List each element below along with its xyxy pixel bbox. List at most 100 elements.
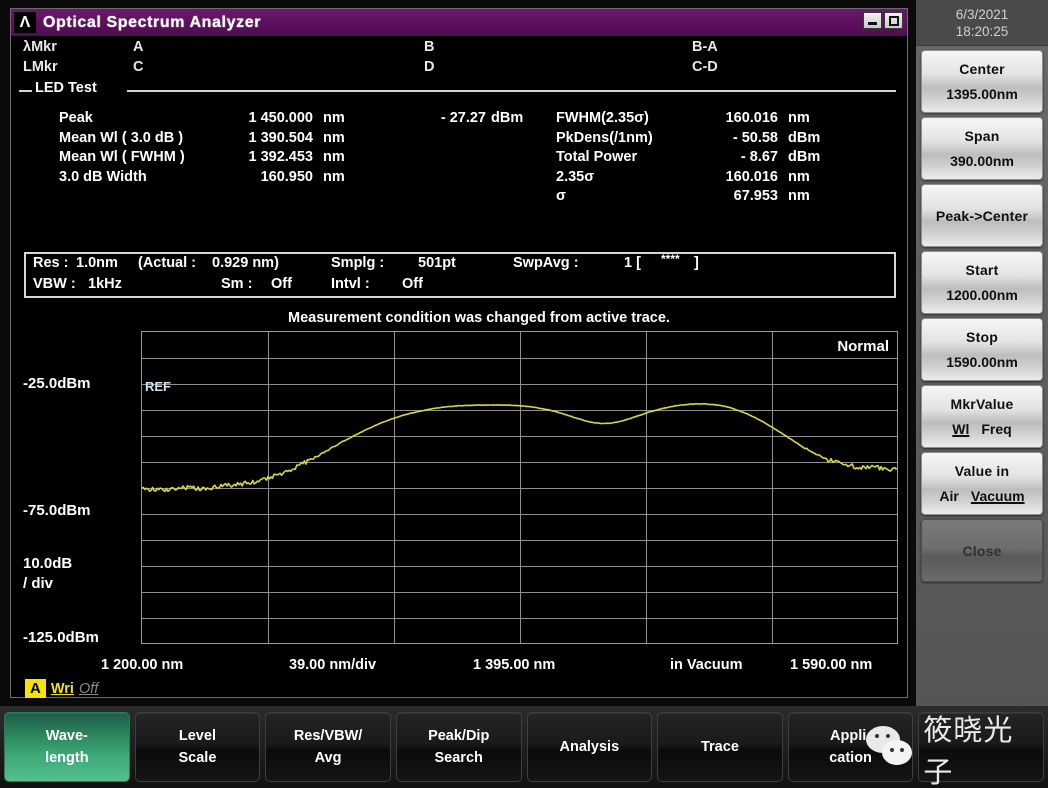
settings-row-1: Res : 1.0nm (Actual : 0.929 nm) Smplg : … xyxy=(26,252,894,275)
measurement-value: 1 450.000 xyxy=(248,110,313,126)
softkey-value: 1395.00nm xyxy=(946,86,1018,102)
softkey-marker-value[interactable]: MkrValue Wl Freq xyxy=(921,385,1043,448)
marker-b-minus-a: B-A xyxy=(692,39,718,55)
softkey-start[interactable]: Start 1200.00nm xyxy=(921,251,1043,314)
measurement-label: σ xyxy=(556,188,566,204)
marker-d: D xyxy=(424,59,435,75)
y-axis-scale-label: 10.0dB xyxy=(23,555,73,572)
softkey-label: Close xyxy=(962,542,1002,559)
softkey-value: 1590.00nm xyxy=(946,354,1018,370)
measurement-unit: dBm xyxy=(788,149,821,165)
softkey-label: Peak->Center xyxy=(935,207,1029,224)
tab-label-line1: Analysis xyxy=(559,739,620,755)
swpavg-value: 1 [ xyxy=(624,255,641,271)
intvl-label: Intvl : xyxy=(331,276,370,292)
trace-write-mode[interactable]: Wri xyxy=(51,681,74,697)
tab-label-line1: Wave- xyxy=(45,728,88,744)
tab-analysis[interactable]: Analysis xyxy=(526,712,653,782)
measurement-value: - 8.67 xyxy=(740,149,778,165)
maximize-icon[interactable] xyxy=(884,12,903,29)
measurement-label: 3.0 dB Width xyxy=(59,168,147,185)
measurement-results: Peak 1 450.000 nm - 27.27 dBm Mean Wl ( … xyxy=(11,102,907,215)
softkey-label: Span xyxy=(964,128,1000,144)
tab-trace[interactable]: Trace xyxy=(657,712,783,782)
marker-header: λMkr A B B-A LMkr C D C-D xyxy=(11,36,907,80)
sm-label: Sm : xyxy=(221,276,253,292)
actual-value: 0.929 nm) xyxy=(212,255,279,271)
measurement-power-unit: dBm xyxy=(491,110,524,126)
tab-label-line2: Scale xyxy=(178,750,217,766)
marker-row-level: LMkr C D C-D xyxy=(11,59,907,79)
tab-application[interactable]: Appli- cation xyxy=(787,712,914,782)
softkey-options: Air Vacuum xyxy=(939,488,1024,504)
swpavg-stars: **** xyxy=(661,252,680,266)
window-controls xyxy=(863,12,903,29)
measurement-value: 1 390.504 xyxy=(248,129,313,146)
res-value: 1.0nm xyxy=(76,255,118,271)
option-air[interactable]: Air xyxy=(939,488,958,504)
status-message: Measurement condition was changed from a… xyxy=(288,310,670,326)
measurement-unit: nm xyxy=(788,188,810,204)
marker-a: A xyxy=(133,39,144,55)
trace-letter-badge[interactable]: A xyxy=(25,679,46,698)
softkey-label: Center xyxy=(959,61,1005,77)
tab-label-line1: Trace xyxy=(700,739,739,755)
tab-label-line2: cation xyxy=(829,750,872,766)
marker-row-wavelength: λMkr A B B-A xyxy=(11,39,907,59)
option-wavelength[interactable]: Wl xyxy=(952,421,969,437)
tab-label-line1: Peak/Dip xyxy=(428,728,490,744)
y-axis-bottom-label: -125.0dBm xyxy=(23,629,99,646)
trace-mode-label: Normal xyxy=(837,338,889,355)
window-title: Optical Spectrum Analyzer xyxy=(43,13,262,31)
tab-label-line1: Level xyxy=(178,728,216,744)
softkey-close[interactable]: Close xyxy=(921,519,1043,582)
option-vacuum[interactable]: Vacuum xyxy=(971,488,1025,504)
clock-time: 18:20:25 xyxy=(955,23,1009,39)
softkey-value-in[interactable]: Value in Air Vacuum xyxy=(921,452,1043,515)
measurement-unit: dBm xyxy=(788,129,821,146)
minimize-icon[interactable] xyxy=(863,12,882,29)
tab-peak-dip-search[interactable]: Peak/Dip Search xyxy=(395,712,522,782)
softkey-span[interactable]: Span 390.00nm xyxy=(921,117,1043,180)
tab-res-vbw-avg[interactable]: Res/VBW/ Avg xyxy=(265,712,391,782)
measurement-value: - 50.58 xyxy=(732,129,778,146)
level-marker-label: LMkr xyxy=(23,59,58,75)
intvl-value: Off xyxy=(402,276,423,292)
section-title: LED Test xyxy=(35,80,97,96)
actual-label: (Actual : xyxy=(138,255,196,271)
softkey-center[interactable]: Center 1395.00nm xyxy=(921,50,1043,113)
softkey-stop[interactable]: Stop 1590.00nm xyxy=(921,318,1043,381)
y-axis-scale-unit: / div xyxy=(23,575,54,592)
option-frequency[interactable]: Freq xyxy=(981,421,1011,437)
tab-label-line2: Search xyxy=(434,750,483,766)
measurement-label: Total Power xyxy=(556,149,638,165)
trace-status-bar[interactable]: A Wri Off xyxy=(25,679,98,698)
tab-wavelength[interactable]: Wave- length xyxy=(4,712,130,782)
divider-line xyxy=(127,90,896,92)
wl-marker-label: λMkr xyxy=(23,39,57,55)
smplg-value: 501pt xyxy=(418,255,456,271)
measurement-power: - 27.27 xyxy=(440,110,486,126)
swpavg-label: SwpAvg : xyxy=(513,255,579,271)
marker-b: B xyxy=(424,39,435,55)
marker-c: C xyxy=(133,59,144,75)
measurement-unit: nm xyxy=(323,168,345,185)
tab-label-line1: Appli- xyxy=(830,728,872,744)
tab-blank[interactable] xyxy=(918,712,1044,782)
trace-state[interactable]: Off xyxy=(79,681,98,697)
marker-c-minus-d: C-D xyxy=(692,59,718,75)
measurement-unit: nm xyxy=(323,129,345,146)
res-label: Res : xyxy=(33,255,69,271)
measurement-label: 2.35σ xyxy=(556,168,595,185)
measurement-value: 160.950 xyxy=(260,168,313,185)
lambda-icon: Λ xyxy=(14,12,36,33)
softkey-peak-to-center[interactable]: Peak->Center xyxy=(921,184,1043,247)
x-axis-medium-label: in Vacuum xyxy=(670,657,743,673)
x-axis-div-label: 39.00 nm/div xyxy=(289,657,377,673)
plot-canvas[interactable]: REF Normal xyxy=(141,331,898,644)
tab-level-scale[interactable]: Level Scale xyxy=(134,712,261,782)
screen-root: Λ Optical Spectrum Analyzer λMkr A B B-A… xyxy=(0,0,1048,788)
measurement-unit: nm xyxy=(323,149,345,165)
measurement-unit: nm xyxy=(788,110,810,126)
tab-label-line2: length xyxy=(45,750,89,766)
